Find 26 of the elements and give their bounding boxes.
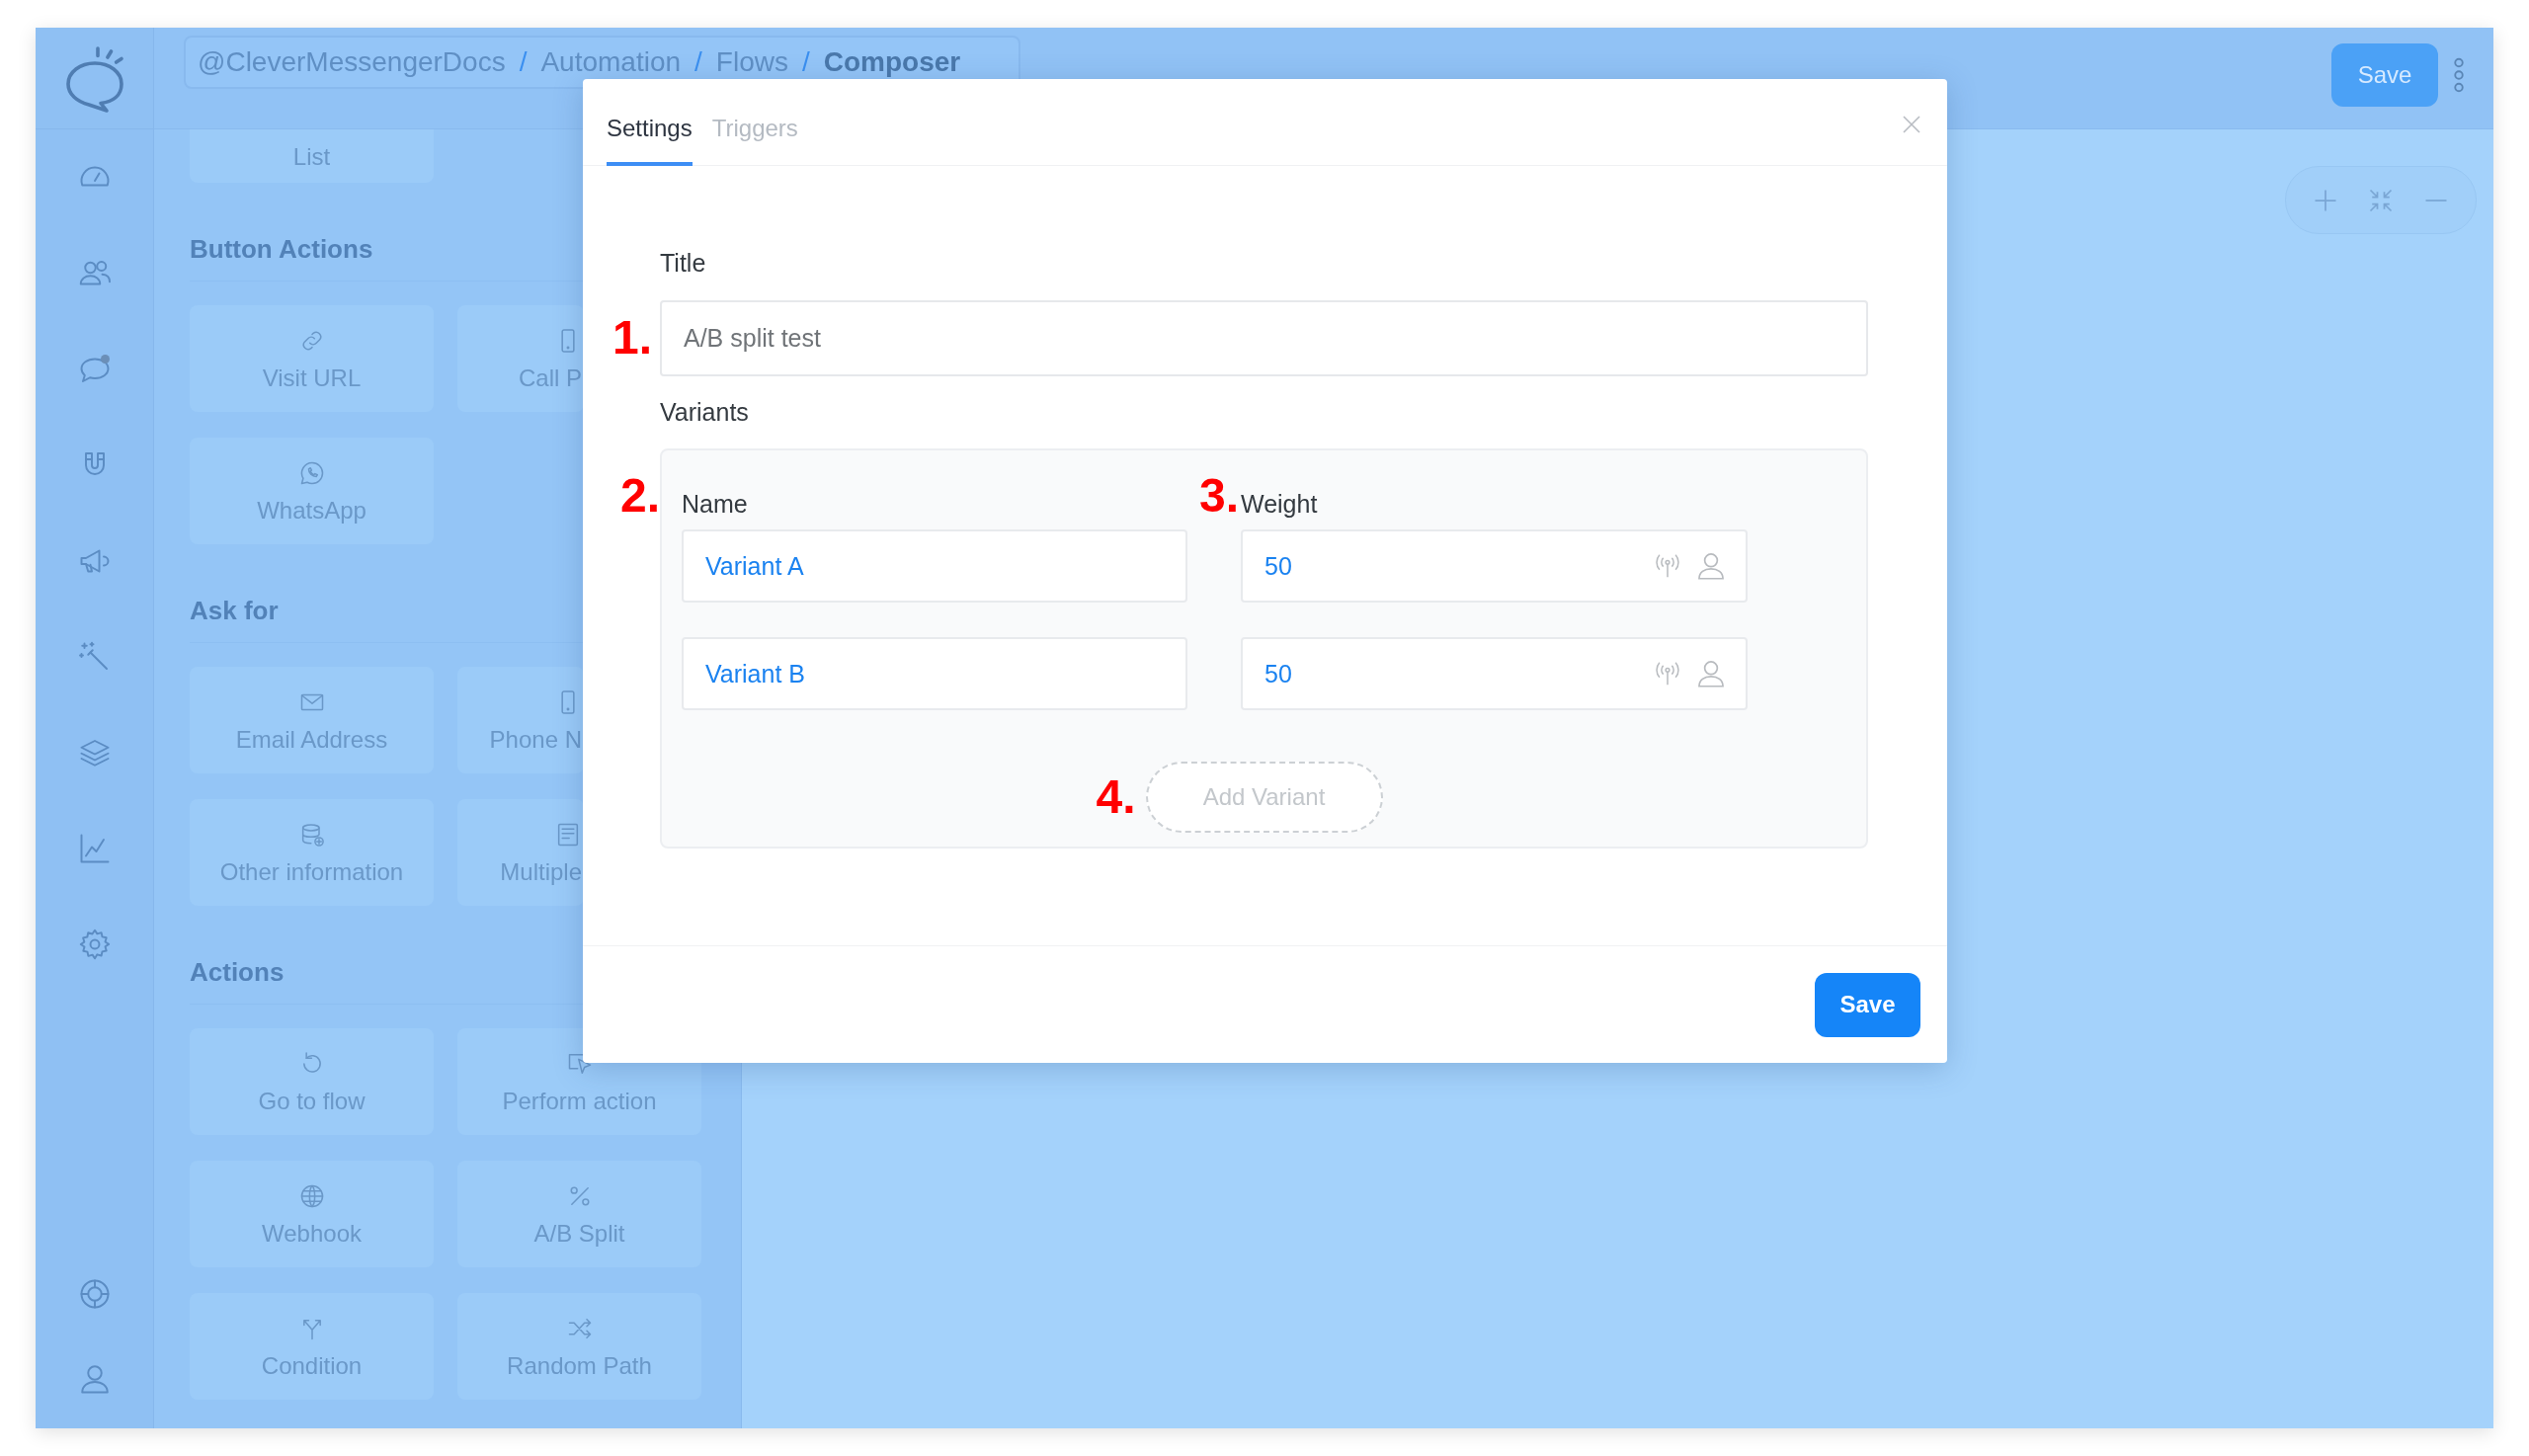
weight-field[interactable]: 50 (1241, 529, 1748, 603)
tab[interactable]: Settings (607, 79, 693, 166)
column-label: Weight (1241, 490, 1318, 518)
column-label: Name (682, 490, 748, 518)
breadcrumb-separator: / (519, 46, 528, 78)
field-label: Variants (660, 398, 749, 426)
step-number: 2. (619, 472, 660, 520)
weight-field[interactable]: 50 (1241, 637, 1748, 710)
breadcrumb-link[interactable]: Composer (823, 46, 961, 78)
section-heading: Actions (190, 957, 285, 987)
step-number: 3. (1198, 472, 1239, 520)
save-button[interactable]: Save (1815, 972, 1920, 1037)
more-icon[interactable] (2454, 57, 2464, 93)
save-button[interactable]: Save (2331, 43, 2438, 107)
section-heading: Ask for (190, 596, 279, 625)
step-number: 1. (612, 314, 652, 362)
add-variant-button[interactable]: Add Variant (1145, 762, 1383, 833)
field-label: Title (660, 249, 706, 277)
step-number: 4. (1096, 773, 1136, 821)
variant-name-field[interactable]: Variant B (682, 637, 1187, 710)
tab[interactable]: Triggers (711, 79, 798, 166)
section-heading: Button Actions (190, 234, 373, 264)
breadcrumb-separator: / (801, 46, 810, 78)
variant-name-field[interactable]: Variant A (682, 529, 1187, 603)
breadcrumb-separator: / (694, 46, 702, 78)
title-field[interactable]: A/B split test (660, 300, 1868, 376)
